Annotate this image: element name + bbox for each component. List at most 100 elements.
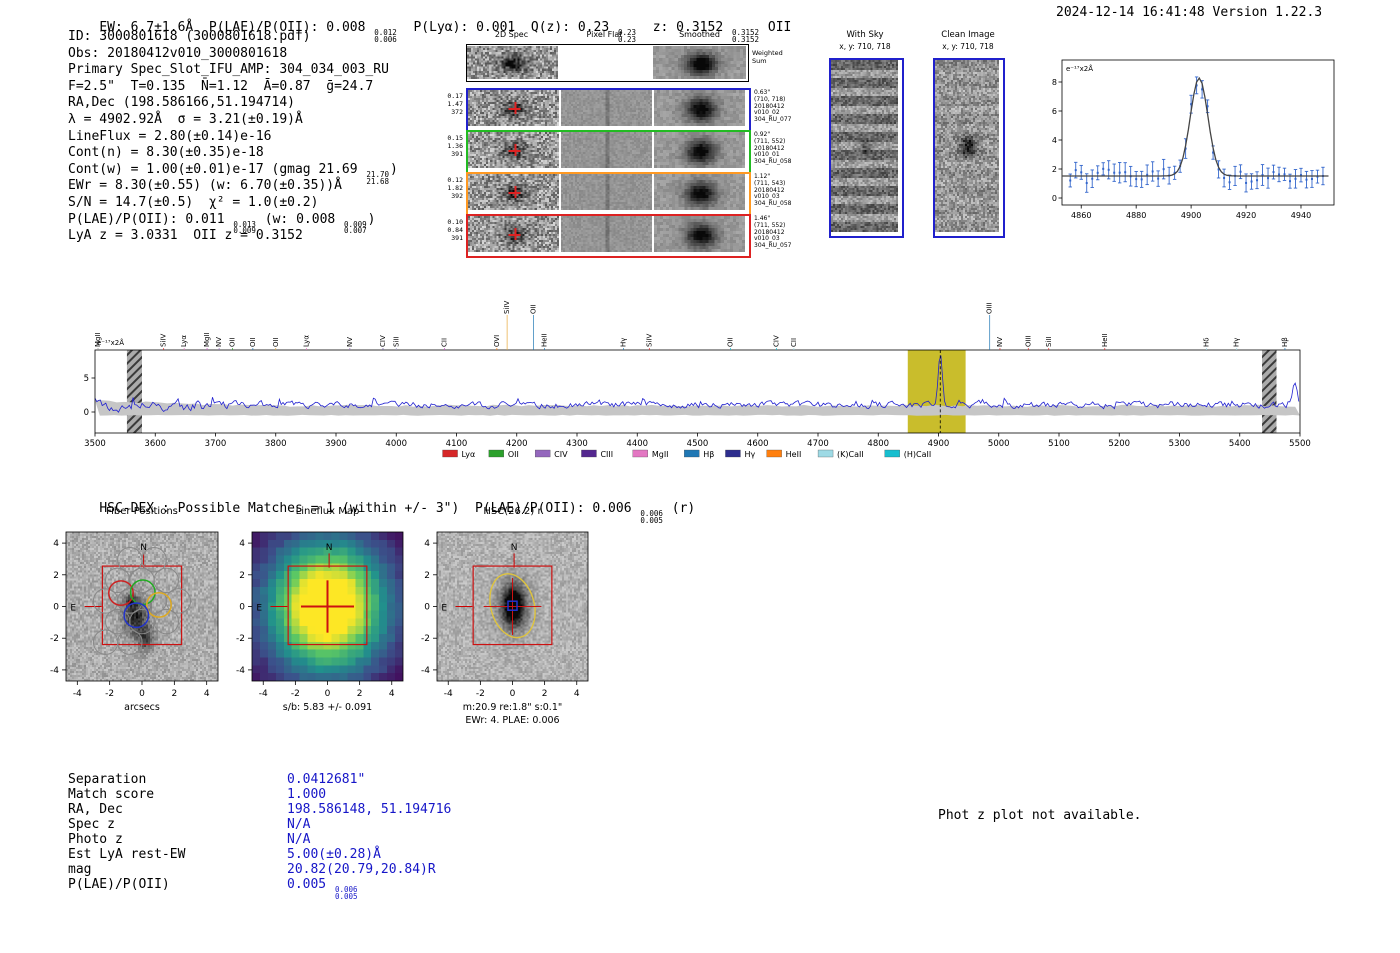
fiber-row-weights: 0.10 0.84 391 [447,218,463,242]
hsc-cutout-title: HSC(26.2) r [483,506,542,517]
svg-text:3800: 3800 [265,439,287,449]
svg-text:2: 2 [1052,165,1057,174]
svg-text:4: 4 [204,689,210,699]
info-plae: P(LAE)/P(OII): 0.011 0.013 0.009 (w: 0.00… [68,211,376,236]
svg-text:-2: -2 [476,689,485,699]
masked-band [126,350,142,433]
lineflux-map-title: Lineflux Map [295,506,360,517]
svg-text:0: 0 [424,603,430,613]
match-row-label: Separation [68,772,147,787]
gmag-uncertainty-stack: 21.70 21.68 [366,169,389,186]
svg-text:0: 0 [53,603,59,613]
svg-text:OII: OII [249,337,257,347]
match-row-label: Match score [68,787,155,802]
svg-text:CII: CII [790,338,798,347]
svg-text:-2: -2 [421,634,430,644]
svg-text:CIV: CIV [554,450,568,459]
match-row: RA, Dec 198.586148, 51.194716 [68,802,451,817]
svg-text:-2: -2 [105,689,114,699]
compass: NE [441,543,517,613]
info-ifu-amp: Primary Spec_Slot_IFU_AMP: 304_034_003_R… [68,62,389,78]
svg-text:-2: -2 [50,634,59,644]
svg-text:0: 0 [510,689,516,699]
weighted-2dspec-image [467,46,558,79]
hsc-plae-stack: 0.006 0.005 [640,509,663,525]
timestamp-version: 2024-12-14 16:41:48 Version 1.22.3 [1056,5,1323,20]
svg-text:4: 4 [389,689,395,699]
svg-text:HeII: HeII [786,450,802,459]
svg-text:NV: NV [215,337,223,347]
col-header-smoothed: Smoothed [679,30,720,39]
svg-text:N: N [326,543,333,553]
compass: NE [256,543,332,613]
svg-text:OII: OII [272,337,280,347]
svg-text:2: 2 [424,571,430,581]
svg-text:4400: 4400 [626,439,648,449]
svg-text:-4: -4 [421,666,430,676]
fiber-row-annotation: 0.63" (710, 718) 20180412 v010_02 304_RU_077 [754,89,792,124]
svg-text:4300: 4300 [566,439,588,449]
clean-image-panel [933,58,1005,238]
svg-text:-4: -4 [259,689,268,699]
svg-text:4600: 4600 [747,439,769,449]
clean-image-title: Clean Image [941,30,995,40]
info-cont-n: Cont(n) = 8.30(±0.35)e-18 [68,145,264,161]
svg-text:4000: 4000 [385,439,407,449]
svg-text:CIV: CIV [379,335,387,347]
svg-text:4: 4 [574,689,580,699]
svg-text:0: 0 [1052,194,1057,203]
svg-text:4700: 4700 [807,439,829,449]
svg-text:OII: OII [508,450,519,459]
col-header-pixelflat: Pixel Flat [586,30,623,39]
info-ewr: EWr = 8.30(±0.55) (w: 6.70(±0.35))Å [68,178,342,194]
masked-band [1262,350,1277,433]
svg-text:Lyα: Lyα [462,450,476,459]
spec2d-column-headers: 2D Spec Pixel Flat Smoothed [466,30,747,42]
spectrum-plot: 3500 3600 3700 3800 3900 4000 4100 4200 4300 4400… [84,301,1311,459]
with-sky-coords: x, y: 710, 718 [839,42,891,51]
svg-text:4900: 4900 [928,439,950,449]
elixer-report-page: EW: 6.7±1.6Å P(LAE)/P(OII): 0.008 0.012 0… [0,0,1400,953]
spectrum-line [94,355,1300,413]
svg-text:-4: -4 [50,666,59,676]
row-pixelflat-image [561,90,652,126]
svg-text:-2: -2 [291,689,300,699]
match-row-value: N/A [287,817,311,832]
clean-image-coords: x, y: 710, 718 [942,42,994,51]
svg-text:4900: 4900 [1181,211,1201,220]
svg-text:CII: CII [440,338,448,347]
svg-text:0: 0 [139,689,145,699]
svg-text:NV: NV [346,337,354,347]
svg-text:(K)CaII: (K)CaII [837,450,864,459]
row-smoothed-image [654,90,745,126]
emission-line-markers: MgII SiIV Lyα MgII NV OII OII OII Lyα NV CIV SiII CI… [94,301,1289,350]
info-obs: Obs: 20180412v010_3000801618 [68,45,288,61]
row-smoothed-image [654,216,745,252]
svg-text:3600: 3600 [144,439,166,449]
svg-text:SiIV: SiIV [503,301,511,314]
svg-text:Lyα: Lyα [302,335,310,347]
info-sn-chi2: S/N = 14.7(±0.5) χ² = 1.0(±0.2) [68,194,319,210]
svg-text:MgII: MgII [203,332,211,347]
svg-text:OVI: OVI [493,335,501,347]
row-pixelflat-image [561,132,652,168]
spec2d-weighted-row [466,44,749,82]
fiber-row-images [466,214,751,258]
match-row: Est LyA rest-EW 5.00(±0.28)Å [68,847,381,862]
match-row-label: RA, Dec [68,802,123,817]
summary-classification: OII [760,20,792,35]
svg-text:HeII: HeII [1101,333,1109,347]
photz-note: Phot z plot not available. [938,808,1142,823]
svg-text:5000: 5000 [988,439,1010,449]
hsc-cutout-overlay: -4-4-2-2002244NEm:20.9 re:1.8" s:0.1"EWr… [421,531,589,726]
match-table: Separation 0.0412681" Match score 1.000 RA, … [68,772,568,902]
svg-text:MgII: MgII [652,450,669,459]
svg-text:0: 0 [325,689,331,699]
match-row: Match score 1.000 [68,787,326,802]
weighted-pixelflat-blank [560,45,651,81]
svg-text:4860: 4860 [1071,211,1091,220]
svg-text:E: E [256,603,262,613]
svg-text:2: 2 [357,689,363,699]
fiber-row-images [466,130,751,174]
plae-stack-2: 0.009 0.007 [344,219,367,236]
